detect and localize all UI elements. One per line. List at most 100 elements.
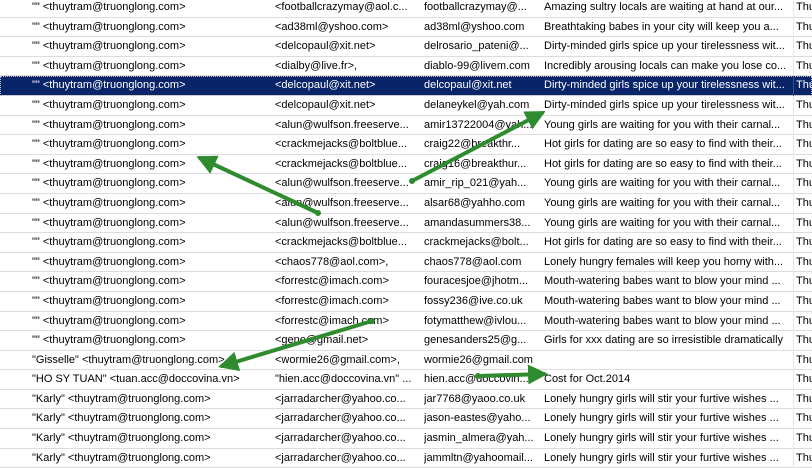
- reply-to-cell: craig22@breakthr...: [424, 138, 521, 151]
- table-row[interactable]: "" <thuytram@truonglong.com> <delcopaul@x…: [0, 37, 812, 57]
- reply-to-cell: fouracesjoe@jhotm...: [424, 275, 529, 288]
- reply-to-cell: jammltn@yahoomail...: [424, 451, 533, 464]
- date-cell: Thu: [793, 135, 812, 155]
- subject-cell: Young girls are waiting for you with the…: [544, 216, 781, 229]
- table-row[interactable]: "" <thuytram@truonglong.com> <dialby@live…: [0, 56, 812, 77]
- from-cell: "Karly" <thuytram@truonglong.com>: [32, 432, 211, 445]
- table-row[interactable]: "Karly" <thuytram@truonglong.com> <jarrad…: [0, 448, 812, 468]
- subject-cell: Young girls are waiting for you with the…: [544, 196, 781, 209]
- date-cell: Thu: [793, 233, 812, 253]
- from-cell: "" <thuytram@truonglong.com>: [32, 294, 186, 307]
- message-list[interactable]: "" <thuytram@truonglong.com> <footballcra…: [0, 0, 812, 468]
- to-cell: <delcopaul@xit.net>: [275, 98, 376, 111]
- table-row[interactable]: "" <thuytram@truonglong.com> <ad38ml@ysho…: [0, 17, 812, 38]
- table-row[interactable]: "" <thuytram@truonglong.com> <crackmejack…: [0, 233, 812, 253]
- date-cell: Thu: [793, 291, 812, 312]
- to-cell: <dialby@live.fr>,: [275, 59, 358, 72]
- date-cell: Thu: [793, 350, 812, 371]
- reply-to-cell: amir_rip_021@yah...: [424, 177, 527, 190]
- date-cell: Thu: [793, 76, 812, 96]
- date-cell: Thu: [793, 389, 812, 410]
- table-row[interactable]: "" <thuytram@truonglong.com> <crackmejack…: [0, 135, 812, 155]
- from-cell: "" <thuytram@truonglong.com>: [32, 59, 186, 72]
- reply-to-cell: craig16@breakthur...: [424, 157, 527, 170]
- date-cell: Thu: [793, 409, 812, 430]
- table-row[interactable]: "" <thuytram@truonglong.com> <delcopaul@x…: [0, 95, 812, 116]
- date-cell: Thu: [793, 115, 812, 136]
- to-cell: <wormie26@gmail.com>,: [275, 353, 400, 366]
- subject-cell: Dirty-minded girls spice up your tireles…: [544, 40, 785, 53]
- reply-to-cell: amandasummers38...: [424, 216, 531, 229]
- to-cell: <alun@wulfson.freeserve...: [275, 177, 409, 190]
- from-cell: "Karly" <thuytram@truonglong.com>: [32, 451, 211, 464]
- subject-cell: Hot girls for dating are so easy to find…: [544, 236, 782, 249]
- table-row[interactable]: "Karly" <thuytram@truonglong.com> <jarrad…: [0, 389, 812, 410]
- table-row[interactable]: "" <thuytram@truonglong.com> <alun@wulfso…: [0, 174, 812, 194]
- to-cell: <ad38ml@yshoo.com>: [275, 20, 389, 33]
- subject-cell: Mouth-watering babes want to blow your m…: [544, 294, 781, 307]
- table-row[interactable]: "" <thuytram@truonglong.com> <delcopaul@x…: [0, 76, 812, 96]
- from-cell: "" <thuytram@truonglong.com>: [32, 236, 186, 249]
- date-cell: Thu: [793, 193, 812, 214]
- from-cell: "" <thuytram@truonglong.com>: [32, 196, 186, 209]
- from-cell: "" <thuytram@truonglong.com>: [32, 314, 186, 327]
- table-row[interactable]: "" <thuytram@truonglong.com> <forrestc@im…: [0, 291, 812, 312]
- date-cell: Thu: [793, 331, 812, 351]
- to-cell: <jarradarcher@yahoo.co...: [275, 432, 406, 445]
- subject-cell: Girls for xxx dating are so irresistible…: [544, 334, 784, 347]
- subject-cell: Lonely hungry girls will stir your furti…: [544, 412, 779, 425]
- to-cell: <delcopaul@xit.net>: [275, 40, 376, 53]
- from-cell: "" <thuytram@truonglong.com>: [32, 98, 186, 111]
- subject-cell: Mouth-watering babes want to blow your m…: [544, 314, 781, 327]
- from-cell: "" <thuytram@truonglong.com>: [32, 334, 186, 347]
- reply-to-cell: jason-eastes@yaho...: [424, 412, 531, 425]
- table-row[interactable]: "Karly" <thuytram@truonglong.com> <jarrad…: [0, 429, 812, 449]
- table-row[interactable]: "" <thuytram@truonglong.com> <alun@wulfso…: [0, 213, 812, 234]
- from-cell: "Karly" <thuytram@truonglong.com>: [32, 412, 211, 425]
- subject-cell: Incredibly arousing locals can make you …: [544, 59, 786, 72]
- reply-to-cell: chaos778@aol.com: [424, 255, 522, 268]
- subject-cell: Cost for Oct.2014: [544, 373, 631, 386]
- date-cell: Thu: [793, 213, 812, 234]
- date-cell: Thu: [793, 370, 812, 390]
- to-cell: <forrestc@imach.com>: [275, 275, 389, 288]
- subject-cell: Dirty-minded girls spice up your tireles…: [544, 98, 785, 111]
- date-cell: Thu: [793, 448, 812, 468]
- to-cell: "hien.acc@doccovina.vn" ...: [275, 373, 412, 386]
- to-cell: <alun@wulfson.freeserve...: [275, 118, 409, 131]
- reply-to-cell: amir13722004@yah...: [424, 118, 533, 131]
- reply-to-cell: jar7768@yaoo.co.uk: [424, 392, 526, 405]
- table-row[interactable]: "" <thuytram@truonglong.com> <gene@gmail.…: [0, 331, 812, 351]
- date-cell: Thu: [793, 37, 812, 57]
- to-cell: <forrestc@imach.com>: [275, 314, 389, 327]
- table-row[interactable]: "HO SY TUAN" <tuan.acc@doccovina.vn> "hie…: [0, 370, 812, 390]
- date-cell: Thu: [793, 174, 812, 194]
- subject-cell: Lonely hungry girls will stir your furti…: [544, 432, 779, 445]
- table-row[interactable]: "" <thuytram@truonglong.com> <forrestc@im…: [0, 311, 812, 332]
- subject-cell: Dirty-minded girls spice up your tireles…: [544, 79, 785, 92]
- reply-to-cell: delaneykel@yah.com: [424, 98, 530, 111]
- to-cell: <gene@gmail.net>: [275, 334, 369, 347]
- subject-cell: Young girls are waiting for you with the…: [544, 118, 781, 131]
- from-cell: "" <thuytram@truonglong.com>: [32, 138, 186, 151]
- to-cell: <forrestc@imach.com>: [275, 294, 389, 307]
- to-cell: <alun@wulfson.freeserve...: [275, 216, 409, 229]
- table-row[interactable]: "" <thuytram@truonglong.com> <footballcra…: [0, 0, 812, 18]
- date-cell: Thu: [793, 429, 812, 449]
- subject-cell: Hot girls for dating are so easy to find…: [544, 138, 782, 151]
- table-row[interactable]: "Gisselle" <thuytram@truonglong.com> <wor…: [0, 350, 812, 371]
- from-cell: "" <thuytram@truonglong.com>: [32, 275, 186, 288]
- reply-to-cell: crackmejacks@bolt...: [424, 236, 529, 249]
- from-cell: "" <thuytram@truonglong.com>: [32, 1, 186, 13]
- to-cell: <chaos778@aol.com>,: [275, 255, 389, 268]
- from-cell: "" <thuytram@truonglong.com>: [32, 118, 186, 131]
- reply-to-cell: hien.acc@doccovin...: [424, 373, 529, 386]
- table-row[interactable]: "" <thuytram@truonglong.com> <forrestc@im…: [0, 272, 812, 292]
- table-row[interactable]: "Karly" <thuytram@truonglong.com> <jarrad…: [0, 409, 812, 430]
- table-row[interactable]: "" <thuytram@truonglong.com> <crackmejack…: [0, 154, 812, 175]
- from-cell: "" <thuytram@truonglong.com>: [32, 79, 186, 92]
- date-cell: Thu: [793, 56, 812, 77]
- table-row[interactable]: "" <thuytram@truonglong.com> <chaos778@ao…: [0, 252, 812, 273]
- table-row[interactable]: "" <thuytram@truonglong.com> <alun@wulfso…: [0, 193, 812, 214]
- table-row[interactable]: "" <thuytram@truonglong.com> <alun@wulfso…: [0, 115, 812, 136]
